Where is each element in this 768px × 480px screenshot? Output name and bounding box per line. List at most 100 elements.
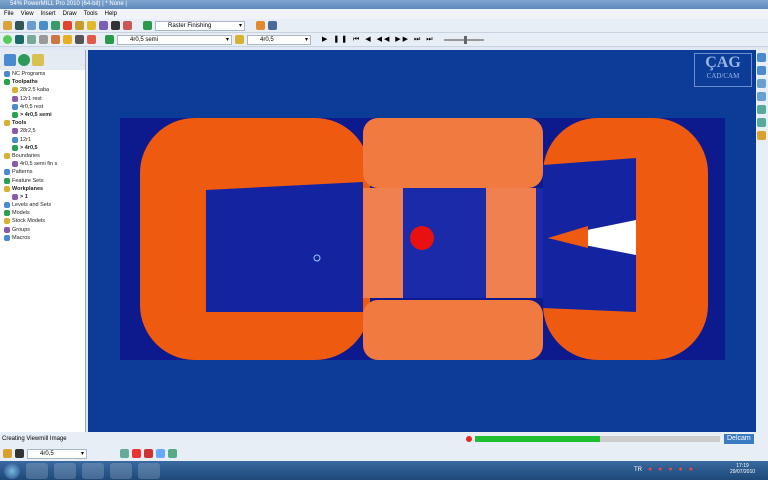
explorer-panel: NC Programs Toolpaths 28r2,5 kaba 12r1 rest… (0, 50, 86, 432)
tree-item-label: Macros (12, 234, 31, 241)
cancel-icon[interactable] (466, 436, 472, 442)
tree-item[interactable]: Patterns (0, 168, 85, 176)
tree-item-label: Models (12, 210, 30, 217)
tree-node-icon (12, 161, 18, 168)
print-icon[interactable] (27, 21, 36, 30)
menu-help[interactable]: Help (105, 9, 117, 19)
powermill-taskbar-button[interactable] (82, 462, 104, 479)
disk-icon[interactable] (75, 35, 84, 44)
tree-item-label: 12r1 (20, 136, 32, 143)
tree-item[interactable]: Groups (0, 226, 85, 234)
edit-tool-icon[interactable] (156, 449, 165, 458)
tree-item[interactable]: 4r0,5 rest (0, 103, 85, 111)
tree-node-icon (12, 144, 18, 151)
view-icon[interactable] (757, 66, 766, 75)
ie-taskbar-button[interactable] (26, 462, 48, 479)
tree-item[interactable]: Macros (0, 234, 85, 242)
explorer-tab-icon[interactable] (4, 54, 16, 66)
tool-shank-icon[interactable] (132, 449, 141, 458)
save-icon[interactable] (15, 21, 24, 30)
tree-item[interactable]: Toolpaths (0, 78, 85, 86)
menu-tools[interactable]: Tools (84, 9, 98, 19)
zoom-icon[interactable] (757, 118, 766, 127)
strategy-icon[interactable] (143, 21, 152, 30)
view-side-icon[interactable] (51, 35, 60, 44)
menu-file[interactable]: File (4, 9, 14, 19)
tray-icons[interactable]: ● ● ● ● ● (648, 466, 695, 473)
start-button[interactable] (4, 462, 20, 479)
speed-slider[interactable] (443, 35, 484, 44)
shade-icon[interactable] (3, 35, 12, 44)
tree-item-label: Boundaries (12, 152, 40, 159)
tree-node-icon (4, 71, 10, 78)
tree-item-label: Toolpaths (12, 79, 38, 86)
tool-select[interactable]: 4r0,5 (247, 34, 311, 45)
tool-display-icon[interactable] (63, 35, 72, 44)
app-taskbar-button[interactable] (110, 462, 132, 479)
view-front-icon[interactable] (39, 35, 48, 44)
menu-draw[interactable]: Draw (63, 9, 77, 19)
tree-item[interactable]: Boundaries (0, 152, 85, 160)
view-icon[interactable] (757, 53, 766, 62)
delete-tool-icon[interactable] (168, 449, 177, 458)
leads-icon[interactable] (75, 21, 84, 30)
tree-item[interactable]: Workplanes (0, 185, 85, 193)
block-icon[interactable] (39, 21, 48, 30)
window-title: 54% PowerMILL Pro 2010 (64-bit) | * None… (10, 1, 127, 7)
tool-holder-icon[interactable] (120, 449, 129, 458)
tree-item[interactable]: NC Programs (0, 70, 85, 78)
tree-item[interactable]: 28r2,5 kaba (0, 86, 85, 94)
view-top-icon[interactable] (27, 35, 36, 44)
main-toolbar: Raster Finishing (0, 19, 768, 33)
verify-icon[interactable] (123, 21, 132, 30)
feeds-icon[interactable] (63, 21, 72, 30)
tree-item[interactable]: Levels and Sets (0, 201, 85, 209)
playback-controls[interactable]: ▶ ❚❚ ⏮ ◀ ◀◀ ▶▶ ⏭ ⏭ (322, 35, 435, 44)
tool-icon[interactable] (51, 21, 60, 30)
tree-item[interactable]: > 4r0,5 semi (0, 111, 85, 119)
tree-node-icon (12, 95, 18, 102)
links-icon[interactable] (87, 21, 96, 30)
active-tool-select[interactable]: 4r0,5 (27, 448, 87, 459)
clock[interactable]: 17:19 29/07/2010 (730, 463, 755, 475)
tree-item[interactable]: Tools (0, 119, 85, 127)
view-icon[interactable] (757, 79, 766, 88)
shading-icon[interactable] (757, 131, 766, 140)
settings-icon[interactable] (268, 21, 277, 30)
view-iso-icon[interactable] (15, 35, 24, 44)
explorer-taskbar-button[interactable] (54, 462, 76, 479)
graphics-viewport[interactable]: ÇAG CAD/CAM (88, 50, 756, 432)
menu-insert[interactable]: Insert (41, 9, 56, 19)
tree-node-icon (12, 112, 18, 119)
tool-tip-icon[interactable] (144, 449, 153, 458)
tree-item[interactable]: 4r0,5 semi fin s (0, 160, 85, 168)
tree-item[interactable]: 28r2,5 (0, 127, 85, 135)
help-tab-icon[interactable] (32, 54, 44, 66)
tree-item[interactable]: Models (0, 209, 85, 217)
tool-type-icon[interactable] (15, 449, 24, 458)
tree-item[interactable]: Stock Models (0, 217, 85, 225)
tree-item[interactable]: Feature Sets (0, 176, 85, 184)
endpoint-icon[interactable] (111, 21, 120, 30)
html-tab-icon[interactable] (18, 54, 30, 66)
app2-taskbar-button[interactable] (138, 462, 160, 479)
menu-view[interactable]: View (21, 9, 34, 19)
tree-item[interactable]: > 4r0,5 (0, 144, 85, 152)
open-icon[interactable] (3, 21, 12, 30)
view-icon[interactable] (757, 92, 766, 101)
tree-item-label: Tools (12, 120, 27, 127)
zoom-icon[interactable] (757, 105, 766, 114)
language-indicator[interactable]: TR (634, 467, 642, 473)
status-bar: Creating Viewmill Image Delcam (0, 432, 768, 446)
tree-item[interactable]: > 1 (0, 193, 85, 201)
tool-icon[interactable] (3, 449, 12, 458)
tree-item[interactable]: 12r1 (0, 136, 85, 144)
title-bar: 54% PowerMILL Pro 2010 (64-bit) | * None… (0, 0, 768, 9)
tree-node-icon (12, 136, 18, 143)
startpoint-icon[interactable] (99, 21, 108, 30)
strategy-select[interactable]: Raster Finishing (155, 20, 245, 31)
tree-item[interactable]: 12r1 rest (0, 95, 85, 103)
calculate-icon[interactable] (256, 21, 265, 30)
stop-icon[interactable] (87, 35, 96, 44)
toolpath-select[interactable]: 4r0,5 semi (117, 34, 232, 45)
